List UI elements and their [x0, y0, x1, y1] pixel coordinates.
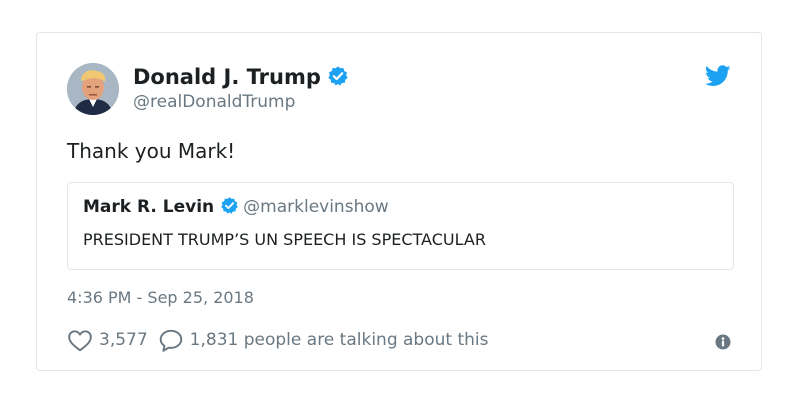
- speech-bubble-icon: [159, 329, 182, 352]
- like-count: 3,577: [99, 330, 148, 350]
- tweet-text: Thank you Mark!: [67, 139, 236, 163]
- tweet-timestamp[interactable]: 4:36 PM - Sep 25, 2018: [67, 288, 254, 307]
- quoted-tweet[interactable]: Mark R. Levin @marklevinshow PRESIDENT T…: [67, 182, 734, 270]
- quoted-tweet-text: PRESIDENT TRUMP’S UN SPEECH IS SPECTACUL…: [83, 230, 486, 249]
- info-icon[interactable]: [715, 334, 731, 350]
- embedded-tweet-card: Donald J. Trump @realDonaldTrump Thank y…: [36, 32, 762, 371]
- like-action[interactable]: 3,577: [67, 328, 158, 352]
- author-avatar[interactable]: [67, 63, 119, 115]
- avatar-image: [67, 63, 119, 115]
- heart-icon: [68, 330, 92, 352]
- quoted-author-name[interactable]: Mark R. Levin: [83, 197, 214, 217]
- tweet-actions: 3,577 1,831 people are talking about thi…: [67, 328, 488, 352]
- quoted-author-handle[interactable]: @marklevinshow: [243, 197, 389, 217]
- verified-badge-icon: [220, 196, 239, 219]
- quoted-tweet-header: Mark R. Levin @marklevinshow: [83, 196, 389, 219]
- twitter-bird-icon[interactable]: [704, 65, 731, 87]
- verified-badge-icon: [327, 65, 349, 92]
- reply-action[interactable]: 1,831 people are talking about this: [158, 328, 489, 352]
- author-handle[interactable]: @realDonaldTrump: [133, 92, 295, 112]
- author-display-name[interactable]: Donald J. Trump: [133, 65, 349, 92]
- talking-count: 1,831 people are talking about this: [189, 330, 489, 350]
- author-name-text[interactable]: Donald J. Trump: [133, 65, 321, 89]
